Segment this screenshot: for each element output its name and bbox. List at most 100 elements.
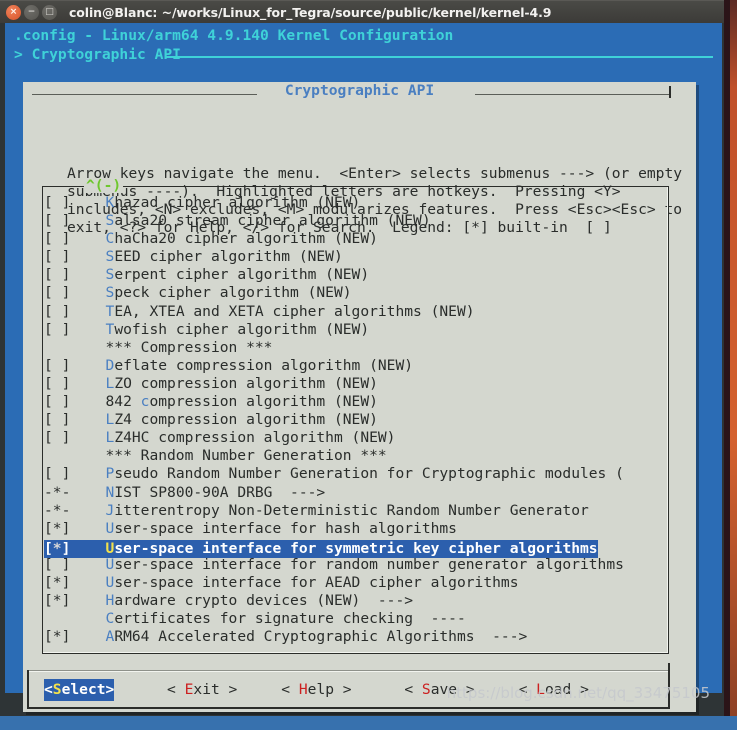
menu-item-tag: [ ] [44,465,71,483]
menu-item[interactable]: [ ] Salsa20 stream cipher algorithm (NEW… [44,212,667,230]
menu-item-tag: [ ] [44,555,71,573]
menu-item-gap [70,212,105,229]
select-button[interactable]: <Select> [44,679,115,701]
menu-item[interactable]: [*] User-space interface for hash algori… [44,520,667,538]
dialog-title: Cryptographic API [284,82,435,99]
menu-item[interactable]: Certificates for signature checking ---- [44,610,667,628]
menu-item[interactable]: [*] ARM64 Accelerated Cryptographic Algo… [44,628,667,646]
menu-item-hotkey: C [105,610,115,628]
menu-item-label: Z4 compression algorithm (NEW) [114,411,378,429]
window-titlebar[interactable]: × − □ colin@Blanc: ~/works/Linux_for_Teg… [0,0,724,23]
menu-item-hotkey: L [105,429,115,447]
menu-item-label: wofish cipher algorithm (NEW) [114,320,370,338]
menu-item-tag: [ ] [44,248,71,266]
menu-list[interactable]: [ ] Khazad cipher algorithm (NEW)[ ] Sal… [44,194,667,646]
menu-item-label: RM64 Accelerated Cryptographic Algorithm… [114,628,528,646]
button-bracket-left: < [167,681,185,698]
breadcrumb-rule [166,56,713,58]
menu-item[interactable]: [ ] LZO compression algorithm (NEW) [44,375,667,393]
menu-item-hotkey: P [105,465,115,483]
button-bar-divider [28,671,669,672]
menu-item[interactable]: [ ] LZ4 compression algorithm (NEW) [44,411,667,429]
menu-item[interactable]: [ ] Speck cipher algorithm (NEW) [44,284,667,302]
menu-item[interactable]: [ ] Deflate compression algorithm (NEW) [44,357,667,375]
menu-item-tag: [ ] [44,230,71,248]
menu-item-hotkey: K [105,194,115,211]
menu-item-gap [70,447,105,464]
button-gap [237,681,281,698]
menu-item-tag: [*] [44,573,71,591]
help-button[interactable]: < Help > [281,679,351,701]
maximize-icon[interactable]: □ [42,4,57,20]
menu-item-label: EED cipher algorithm (NEW) [114,248,343,266]
menu-item[interactable]: [ ] User-space interface for random numb… [44,556,667,574]
menu-item-label: erpent cipher algorithm (NEW) [114,266,370,284]
menu-item-tag: [ ] [44,302,71,320]
menu-item-gap [70,411,105,428]
button-hotkey: S [421,681,431,698]
menu-item-tag: [ ] [44,393,71,411]
menu-item-tag: [*] [44,628,71,646]
menu-item-hotkey: S [105,284,115,302]
dialog-title-rule-left [32,94,257,95]
menu-item[interactable]: [*] Hardware crypto devices (NEW) ---> [44,592,667,610]
menu-item[interactable]: [*] User-space interface for AEAD cipher… [44,574,667,592]
exit-button[interactable]: < Exit > [167,679,237,701]
button-gap [114,681,167,698]
menu-item[interactable]: [ ] Khazad cipher algorithm (NEW) [44,194,667,212]
menu-item-label: 842 [105,393,141,411]
menu-item-hotkey: S [105,248,115,266]
terminal-body[interactable]: .config - Linux/arm64 4.9.140 Kernel Con… [0,23,724,716]
menu-item-gap [70,230,105,247]
menu-item-gap [70,574,105,591]
menu-item-label: haCha20 cipher algorithm (NEW) [114,230,378,248]
menu-item-hotkey: T [105,320,115,338]
menu-item-hotkey: U [105,555,115,573]
menu-item-hotkey: U [105,519,115,537]
menu-item-label: ZO compression algorithm (NEW) [114,374,378,392]
menu-item-label: hazad cipher algorithm (NEW) [114,194,361,211]
menu-item-hotkey: C [105,230,115,248]
menu-item-label: ser-space interface for symmetric key ci… [114,539,598,557]
menu-item[interactable]: [ ] ChaCha20 cipher algorithm (NEW) [44,230,667,248]
menu-item-tag: [ ] [44,212,71,230]
menu-item[interactable]: [ ] 842 compression algorithm (NEW) [44,393,667,411]
window-title: colin@Blanc: ~/works/Linux_for_Tegra/sou… [69,4,552,20]
button-bracket-left: < [44,681,53,698]
menu-item-label: itterentropy Non-Deterministic Random Nu… [114,501,589,519]
menu-item-tag [44,610,70,627]
dialog-border-left [27,670,29,709]
menu-item-tag: [ ] [44,284,71,302]
config-header-line: .config - Linux/arm64 4.9.140 Kernel Con… [14,27,454,44]
menu-item[interactable]: [ ] SEED cipher algorithm (NEW) [44,248,667,266]
menu-item-label: IST SP800-90A DRBG ---> [114,483,326,501]
menu-item[interactable]: -*- Jitterentropy Non-Deterministic Rand… [44,502,667,520]
menu-item-gap [70,248,105,265]
menu-item[interactable]: [ ] Pseudo Random Number Generation for … [44,465,667,483]
button-label: elp > [307,681,352,698]
breadcrumb: > Cryptographic API [14,46,181,63]
menu-item[interactable]: [ ] Serpent cipher algorithm (NEW) [44,266,667,284]
desktop-right-orange-edge [730,0,737,730]
scroll-up-indicator[interactable]: ^(-) [84,178,124,193]
menu-item-gap [70,628,105,645]
dialog-corner-tick [669,86,671,98]
menu-item-gap [70,303,105,320]
dialog-title-rule-right [475,94,670,95]
menu-item[interactable]: [ ] TEA, XTEA and XETA cipher algorithms… [44,303,667,321]
menu-item-label: ardware crypto devices (NEW) ---> [114,592,414,610]
menu-item-tag: [ ] [44,320,71,338]
menu-item[interactable]: -*- NIST SP800-90A DRBG ---> [44,484,667,502]
menu-item-tag: [*] [44,592,71,610]
desktop-bottom-strip [0,716,737,730]
menu-item[interactable]: *** Random Number Generation *** [44,447,667,465]
menu-item[interactable]: [ ] LZ4HC compression algorithm (NEW) [44,429,667,447]
minimize-icon[interactable]: − [24,4,39,20]
menu-item-hotkey: T [105,302,115,320]
menu-item[interactable]: [ ] Twofish cipher algorithm (NEW) [44,321,667,339]
button-label: elect> [61,681,115,698]
menu-item[interactable]: *** Compression *** [44,339,667,357]
menu-item-gap [70,556,105,573]
menu-item-hotkey: L [105,374,115,392]
close-icon[interactable]: × [6,4,21,20]
